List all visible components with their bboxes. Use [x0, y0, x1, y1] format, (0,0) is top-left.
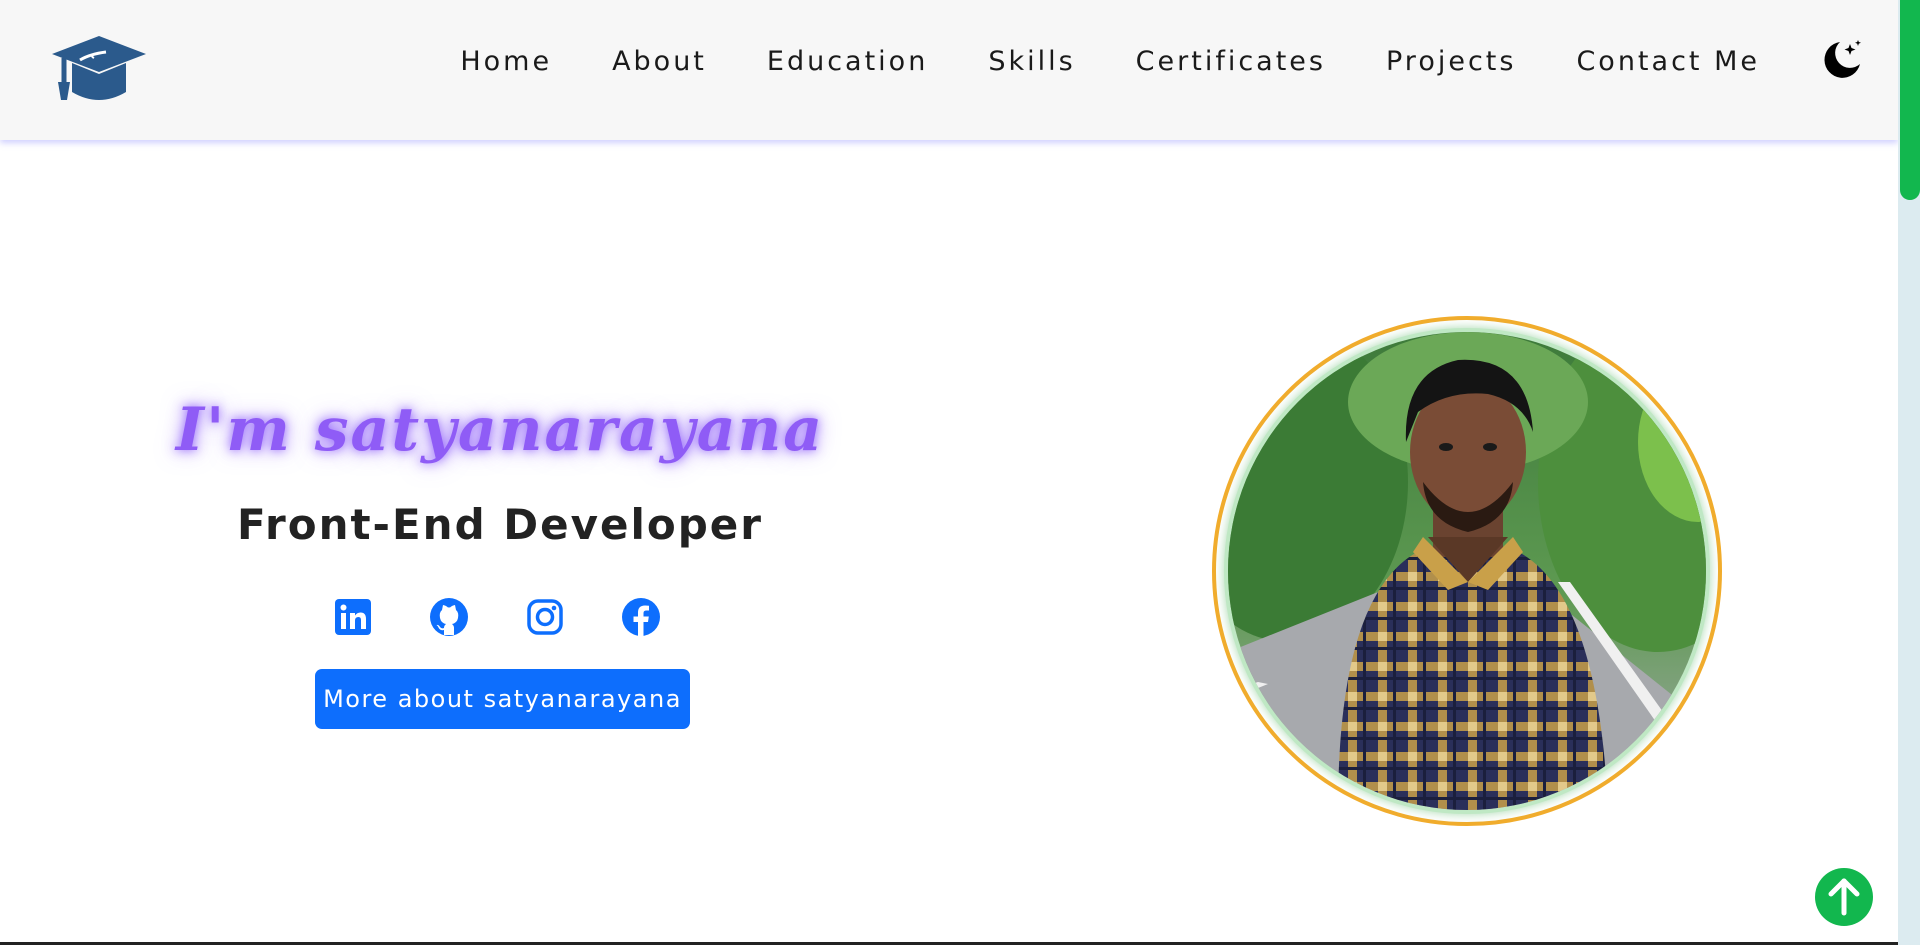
nav-link-contact[interactable]: Contact Me [1546, 40, 1790, 84]
back-to-top-button[interactable] [1815, 868, 1873, 926]
moon-stars-icon[interactable] [1820, 38, 1864, 82]
arrow-up-icon [1828, 878, 1860, 916]
nav-link-about[interactable]: About [582, 40, 737, 84]
github-icon[interactable] [429, 597, 469, 637]
profile-photo [1228, 332, 1706, 810]
facebook-icon[interactable] [621, 597, 661, 637]
portfolio-page: Home About Education Skills Certificates… [0, 0, 1920, 945]
linkedin-icon[interactable] [333, 597, 373, 637]
hero-greeting: I'm satyanarayana [175, 395, 825, 465]
nav-link-skills[interactable]: Skills [958, 40, 1105, 84]
instagram-icon[interactable] [525, 597, 565, 637]
nav-link-certificates[interactable]: Certificates [1106, 40, 1356, 84]
nav-link-projects[interactable]: Projects [1356, 40, 1546, 84]
more-about-button[interactable]: More about satyanarayana [315, 669, 690, 729]
graduation-cap-icon[interactable] [50, 32, 148, 104]
scrollbar-thumb[interactable] [1900, 0, 1920, 200]
social-links [333, 597, 661, 637]
nav-links: Home About Education Skills Certificates… [430, 40, 1790, 84]
nav-link-home[interactable]: Home [430, 40, 582, 84]
hero-role: Front-End Developer [237, 500, 763, 549]
navbar: Home About Education Skills Certificates… [0, 0, 1898, 140]
nav-link-education[interactable]: Education [737, 40, 958, 84]
